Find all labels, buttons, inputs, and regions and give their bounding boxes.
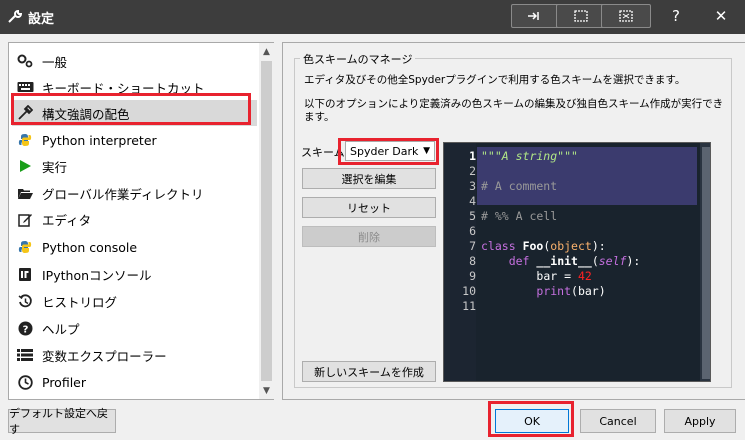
delete-scheme-button[interactable]: 削除: [302, 226, 436, 247]
clock-icon: [16, 373, 34, 391]
nav-item-general[interactable]: 一般: [12, 48, 257, 74]
nav-item-history-log[interactable]: ヒストリログ: [12, 288, 257, 314]
code-line-7: class Foo(object):: [481, 239, 606, 253]
ipython-icon: [16, 265, 34, 283]
line-number: 10: [462, 284, 476, 298]
nav-item-label: 一般: [42, 54, 68, 70]
line-number: 11: [462, 299, 476, 313]
nav-item-python-interpreter[interactable]: Python interpreter: [12, 127, 257, 153]
nav-item-python-console[interactable]: Python console: [12, 234, 257, 260]
restore-icon: [619, 10, 633, 22]
table-icon: [16, 346, 34, 364]
nav-item-working-directory[interactable]: グローバル作業ディレクトリ: [12, 180, 257, 206]
nav-item-label: エディタ: [42, 212, 92, 228]
nav-item-ipython-console[interactable]: IPythonコンソール: [12, 261, 257, 287]
python-icon: [16, 238, 34, 256]
code-line-8: def __init__(self):: [508, 254, 641, 268]
window-title: 設定: [28, 12, 55, 27]
folder-open-icon: [16, 184, 34, 202]
edit-icon: [16, 210, 34, 228]
line-number: 2: [469, 164, 476, 178]
close-button[interactable]: ✕: [706, 4, 736, 28]
history-icon: [16, 292, 34, 310]
line-number: 3: [469, 179, 476, 193]
nav-item-profiler[interactable]: Profiler: [12, 369, 257, 395]
maximize-icon: [574, 10, 588, 22]
scrollbar-thumb[interactable]: [261, 61, 272, 381]
scroll-down-icon[interactable]: ▼: [259, 383, 274, 399]
line-number: 4: [469, 194, 476, 208]
scroll-up-icon[interactable]: ▲: [259, 44, 274, 60]
line-number: 9: [469, 269, 476, 283]
nav-item-label: Python console: [42, 239, 138, 255]
code-line-9: bar = 42: [536, 269, 592, 283]
play-icon: [16, 157, 34, 175]
line-number: 8: [469, 254, 476, 268]
dock-icon: [528, 12, 539, 20]
reset-scheme-button[interactable]: リセット: [302, 197, 436, 218]
question-circle-icon: ?: [16, 319, 34, 337]
help-button[interactable]: ?: [661, 4, 691, 28]
line-number: 5: [469, 209, 476, 223]
line-number: 6: [469, 224, 476, 238]
nav-item-label: ヒストリログ: [42, 294, 118, 310]
apply-button[interactable]: Apply: [664, 409, 736, 433]
cancel-button[interactable]: Cancel: [580, 409, 656, 433]
highlight-box-ok-button: [488, 401, 574, 437]
line-number: 7: [469, 239, 476, 253]
nav-item-label: Profiler: [42, 374, 87, 390]
editor-scrollbar-thumb[interactable]: [702, 147, 710, 379]
code-line-5: # %% A cell: [481, 209, 558, 223]
gears-icon: [16, 52, 34, 70]
nav-item-label: Python interpreter: [42, 132, 157, 148]
line-number: 1: [469, 149, 476, 163]
highlight-box-scheme-dropdown: [338, 138, 439, 165]
dock-button[interactable]: [511, 4, 561, 28]
code-line-1: """A string""": [481, 149, 578, 163]
title-bar: 設定 ? ✕: [0, 0, 745, 34]
nav-item-editor[interactable]: エディタ: [12, 206, 257, 232]
nav-item-label: グローバル作業ディレクトリ: [42, 186, 204, 202]
create-new-scheme-button[interactable]: 新しいスキームを作成: [302, 361, 436, 382]
nav-item-help[interactable]: ? ヘルプ: [12, 315, 257, 341]
nav-item-label: 実行: [42, 159, 68, 175]
code-line-10: print(bar): [536, 284, 606, 298]
restore-button[interactable]: [601, 4, 651, 28]
reset-to-defaults-button[interactable]: デフォルト設定へ戻す: [8, 407, 116, 436]
nav-item-run[interactable]: 実行: [12, 153, 257, 179]
description-text-1: エディタ及びその他全Spyderプラグインで利用する色スキームを選択できます。: [304, 74, 686, 86]
code-preview: 1 2 3 4 5 6 7 8 9 10 11 """A string""" #…: [443, 142, 711, 382]
python-icon: [16, 131, 34, 149]
edit-scheme-button[interactable]: 選択を編集: [302, 168, 436, 189]
nav-item-label: IPythonコンソール: [42, 267, 152, 283]
nav-item-variable-explorer[interactable]: 変数エクスプローラー: [12, 342, 257, 368]
svg-text:?: ?: [22, 324, 28, 335]
nav-item-label: ヘルプ: [42, 321, 80, 337]
maximize-button[interactable]: [556, 4, 606, 28]
code-line-3: # A comment: [481, 179, 558, 193]
nav-item-label: 変数エクスプローラー: [42, 348, 167, 364]
description-text-2: 以下のオプションにより定義済みの色スキームの編集及び独自色スキーム作成が実行でき…: [304, 98, 724, 123]
wrench-icon: [8, 9, 23, 23]
group-title: 色スキームのマネージ: [300, 51, 416, 67]
nav-scrollbar[interactable]: ▲ ▼: [259, 43, 274, 399]
editor-scrollbar[interactable]: [700, 143, 710, 381]
highlight-box-nav-selection: [11, 93, 251, 125]
